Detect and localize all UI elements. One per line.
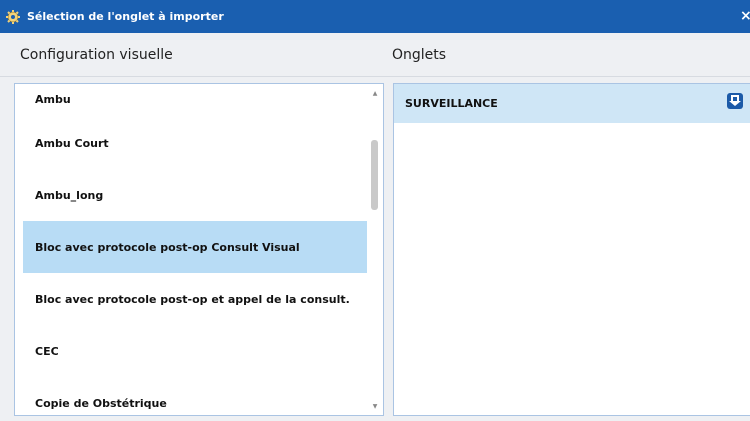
list-item-label: Bloc avec protocole post-op et appel de … [35, 292, 350, 306]
list-scrollbar[interactable]: ▲ ▼ [367, 84, 383, 415]
title-bar: Sélection de l'onglet à importer × [0, 0, 750, 33]
right-pane-header-label: Onglets [392, 46, 447, 63]
scroll-up-arrow-icon[interactable]: ▲ [367, 86, 383, 100]
list-item[interactable]: CEC [23, 325, 367, 377]
tab-item-surveillance[interactable]: SURVEILLANCE [394, 84, 750, 123]
gear-icon [4, 8, 22, 26]
list-item-label: Ambu [35, 93, 71, 106]
tab-item-label: SURVEILLANCE [405, 97, 498, 110]
scroll-thumb[interactable] [371, 140, 378, 210]
tabs-list[interactable]: SURVEILLANCE [393, 83, 750, 416]
list-item[interactable]: Ambu_long [23, 169, 367, 221]
import-icon[interactable] [726, 92, 744, 110]
configuration-list-items: Ambu Ambu Court Ambu_long Bloc avec prot… [23, 84, 367, 415]
configuration-list[interactable]: Ambu Ambu Court Ambu_long Bloc avec prot… [14, 83, 384, 416]
window-title: Sélection de l'onglet à importer [27, 10, 224, 23]
list-item-label: Ambu Court [35, 136, 109, 150]
list-item-label: Ambu_long [35, 188, 104, 202]
list-item-label: CEC [35, 344, 59, 358]
left-pane-header-label: Configuration visuelle [20, 46, 173, 63]
close-button[interactable]: × [740, 9, 750, 23]
scroll-down-arrow-icon[interactable]: ▼ [367, 399, 383, 413]
list-item-label: Bloc avec protocole post-op Consult Visu… [35, 240, 300, 254]
list-item[interactable]: Bloc avec protocole post-op et appel de … [23, 273, 367, 325]
left-pane-header: Configuration visuelle [0, 33, 384, 76]
right-pane-header: Onglets [384, 33, 750, 76]
list-item-selected[interactable]: Bloc avec protocole post-op Consult Visu… [23, 221, 367, 273]
list-item[interactable]: Ambu Court [23, 117, 367, 169]
list-item[interactable]: Copie de Obstétrique [23, 377, 367, 415]
list-item-label: Copie de Obstétrique [35, 396, 167, 410]
list-item[interactable]: Ambu [23, 84, 367, 117]
